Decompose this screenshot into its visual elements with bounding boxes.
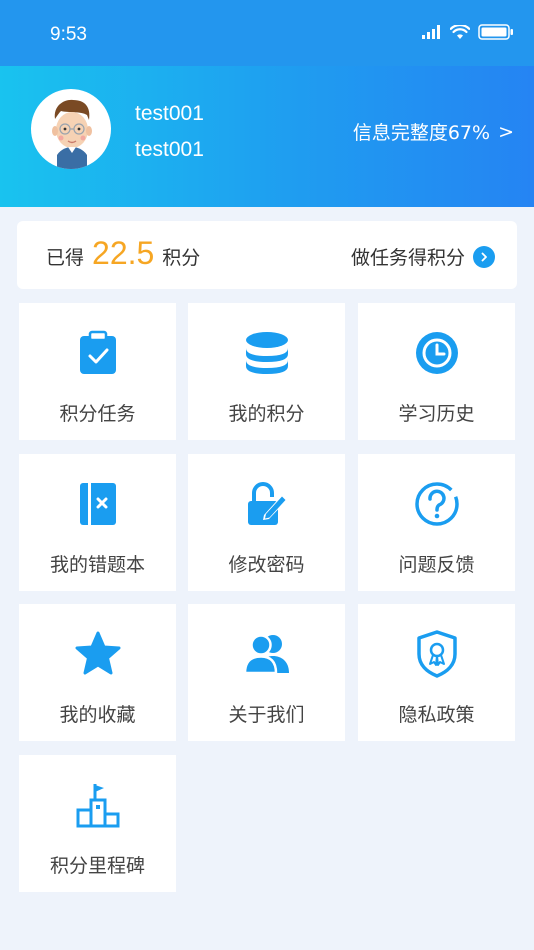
points-unit: 积分 [162, 247, 201, 269]
menu-tile-change-password[interactable]: 修改密码 [188, 454, 345, 591]
menu-tile-label: 积分里程碑 [49, 855, 145, 877]
menu-tile-label: 修改密码 [228, 554, 305, 576]
battery-icon [478, 24, 513, 40]
coin-stack-icon [243, 329, 291, 377]
menu-tile-feedback[interactable]: 问题反馈 [358, 454, 515, 591]
points-prefix: 已得 [46, 247, 85, 269]
menu-tile-label: 我的错题本 [49, 554, 145, 576]
circle-arrow-right-icon [473, 245, 495, 268]
menu-tile-label: 积分任务 [59, 403, 136, 425]
podium-flag-icon [74, 781, 122, 829]
chevron-right-icon: > [498, 120, 514, 143]
question-circle-icon [413, 480, 461, 528]
menu-tile-label: 问题反馈 [398, 554, 475, 576]
avatar[interactable] [31, 89, 111, 169]
points-value: 22.5 [92, 235, 155, 271]
user-name: test001 [135, 102, 204, 125]
points-summary: 已得 22.5 积分 [46, 235, 200, 272]
shield-badge-icon [413, 630, 461, 678]
status-time: 9:53 [50, 24, 87, 45]
menu-tile-milestones[interactable]: 积分里程碑 [19, 755, 176, 892]
menu-tile-label: 我的积分 [228, 403, 305, 425]
notebook-x-icon [74, 480, 122, 528]
user-account: test001 [135, 138, 204, 161]
menu-tile-favorites[interactable]: 我的收藏 [19, 604, 176, 741]
profile-completeness-link[interactable]: 信息完整度67% > [353, 118, 514, 145]
avatar-icon [52, 99, 92, 169]
signal-icon [422, 25, 440, 39]
earn-points-label: 做任务得积分 [350, 247, 465, 269]
clipboard-check-icon [74, 329, 122, 377]
menu-tile-label: 关于我们 [228, 704, 305, 726]
menu-tile-my-points[interactable]: 我的积分 [188, 303, 345, 440]
profile-completeness-text: 信息完整度67% [352, 122, 491, 144]
menu-tile-label: 学习历史 [398, 403, 475, 425]
status-bar: 9:53 [0, 0, 534, 66]
menu-tile-label: 隐私政策 [398, 704, 475, 726]
menu-tile-wrong-answers[interactable]: 我的错题本 [19, 454, 176, 591]
menu-tile-points-tasks[interactable]: 积分任务 [19, 303, 176, 440]
earn-points-link[interactable]: 做任务得积分 [351, 243, 495, 270]
status-icons [422, 24, 514, 40]
points-card: 已得 22.5 积分 做任务得积分 [17, 221, 517, 289]
clock-icon [413, 329, 461, 377]
menu-tile-label: 我的收藏 [59, 704, 136, 726]
wifi-icon [450, 24, 470, 39]
star-icon [74, 630, 122, 678]
menu-tile-privacy-policy[interactable]: 隐私政策 [358, 604, 515, 741]
lock-edit-icon [243, 480, 291, 528]
menu-tile-about-us[interactable]: 关于我们 [188, 604, 345, 741]
users-icon [243, 630, 291, 678]
profile-header[interactable]: test001 test001 信息完整度67% > [0, 66, 534, 207]
menu-tile-study-history[interactable]: 学习历史 [358, 303, 515, 440]
